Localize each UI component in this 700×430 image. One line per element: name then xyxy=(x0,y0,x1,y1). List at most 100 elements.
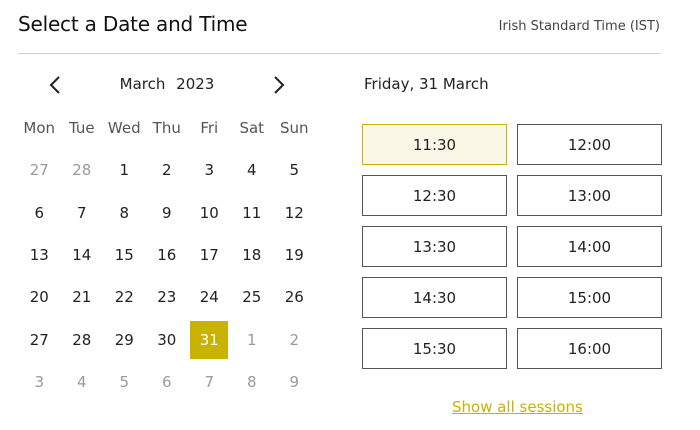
weekday-header: Thu xyxy=(152,119,181,138)
chevron-left-icon xyxy=(49,76,60,94)
calendar-day[interactable]: 2 xyxy=(146,149,189,191)
calendar-day-label: 6 xyxy=(161,372,172,391)
calendar-day[interactable]: 22 xyxy=(103,276,146,318)
calendar-day[interactable]: 26 xyxy=(273,276,316,318)
calendar-day-label: 8 xyxy=(246,372,257,391)
calendar-day[interactable]: 3 xyxy=(188,149,231,191)
prev-month-button[interactable] xyxy=(44,74,66,96)
weekday-header: Tue xyxy=(68,119,95,138)
calendar-day[interactable]: 2 xyxy=(273,318,316,360)
calendar-day-label: 5 xyxy=(119,372,130,391)
calendar-day[interactable]: 16 xyxy=(146,234,189,276)
calendar-day[interactable]: 6 xyxy=(18,192,61,234)
calendar-day[interactable]: 15 xyxy=(103,234,146,276)
calendar-day[interactable]: 9 xyxy=(146,192,189,234)
time-slot[interactable]: 12:00 xyxy=(517,124,662,165)
calendar-day[interactable]: 25 xyxy=(231,276,274,318)
calendar-day[interactable]: 27 xyxy=(18,318,61,360)
calendar-day[interactable]: 28 xyxy=(61,318,104,360)
calendar-day[interactable]: 5 xyxy=(273,149,316,191)
time-slot-selected[interactable]: 11:30 xyxy=(362,124,507,165)
time-slot[interactable]: 13:30 xyxy=(362,226,507,267)
calendar-day-label: 28 xyxy=(72,330,92,349)
calendar-day-label: 14 xyxy=(72,246,92,265)
calendar-day-selected[interactable]: 31 xyxy=(188,318,231,360)
next-month-button[interactable] xyxy=(268,74,290,96)
weekday-header: Mon xyxy=(23,119,56,138)
time-slot[interactable]: 14:30 xyxy=(362,277,507,318)
calendar-day-label: 28 xyxy=(72,161,92,180)
calendar-day-label: 27 xyxy=(29,330,49,349)
calendar-day-label: 11 xyxy=(242,203,262,222)
calendar-day[interactable]: 19 xyxy=(273,234,316,276)
calendar-day[interactable]: 27 xyxy=(18,149,61,191)
calendar-day[interactable]: 3 xyxy=(18,361,61,403)
calendar-day-label: 27 xyxy=(29,161,49,180)
calendar-day-label: 4 xyxy=(246,161,257,180)
calendar-day[interactable]: 14 xyxy=(61,234,104,276)
calendar-day[interactable]: 20 xyxy=(18,276,61,318)
time-slot[interactable]: 15:30 xyxy=(362,328,507,369)
calendar-day-label: 17 xyxy=(199,246,219,265)
calendar-day[interactable]: 12 xyxy=(273,192,316,234)
calendar-day[interactable]: 29 xyxy=(103,318,146,360)
calendar-day-label: 16 xyxy=(157,246,177,265)
time-slot-grid: 11:30 12:00 12:30 13:00 13:30 14:00 14:30 15:00… xyxy=(362,124,662,369)
weekday-header: Sun xyxy=(279,119,309,138)
calendar-day-label: 9 xyxy=(289,372,300,391)
calendar-day-label: 1 xyxy=(119,161,130,180)
time-slot[interactable]: 13:00 xyxy=(517,175,662,216)
calendar-day-label: 4 xyxy=(76,372,87,391)
calendar-day-label: 18 xyxy=(242,246,262,265)
calendar-day-label: 5 xyxy=(289,161,300,180)
calendar-day[interactable]: 11 xyxy=(231,192,274,234)
calendar-day-label: 3 xyxy=(34,372,45,391)
calendar-day-label: 12 xyxy=(284,203,304,222)
time-slot[interactable]: 14:00 xyxy=(517,226,662,267)
page-title: Select a Date and Time xyxy=(18,12,248,36)
show-all-sessions-link[interactable]: Show all sessions xyxy=(452,398,583,416)
calendar-day-label: 24 xyxy=(199,288,219,307)
calendar-day[interactable]: 28 xyxy=(61,149,104,191)
chevron-right-icon xyxy=(274,76,285,94)
calendar-day[interactable]: 21 xyxy=(61,276,104,318)
calendar-day[interactable]: 17 xyxy=(188,234,231,276)
calendar-day[interactable]: 23 xyxy=(146,276,189,318)
calendar-day-label: 9 xyxy=(161,203,172,222)
calendar-day[interactable]: 1 xyxy=(231,318,274,360)
calendar-day-label: 7 xyxy=(76,203,87,222)
calendar-day[interactable]: 9 xyxy=(273,361,316,403)
calendar-day[interactable]: 8 xyxy=(231,361,274,403)
calendar-day-label: 1 xyxy=(246,330,257,349)
time-slot[interactable]: 12:30 xyxy=(362,175,507,216)
calendar-day[interactable]: 13 xyxy=(18,234,61,276)
calendar-day[interactable]: 4 xyxy=(61,361,104,403)
calendar-day-label: 29 xyxy=(114,330,134,349)
calendar-day[interactable]: 10 xyxy=(188,192,231,234)
weekday-header: Wed xyxy=(107,119,141,138)
calendar-day-label: 31 xyxy=(190,320,229,359)
calendar-grid: Mon Tue Wed Thu Fri Sat Sun 27 28 1 2 3 4 5 6 7 8 9 10 11 12… xyxy=(18,107,316,403)
calendar-day[interactable]: 4 xyxy=(231,149,274,191)
time-slot[interactable]: 15:00 xyxy=(517,277,662,318)
calendar-day-label: 26 xyxy=(284,288,304,307)
calendar-day[interactable]: 6 xyxy=(146,361,189,403)
time-slot[interactable]: 16:00 xyxy=(517,328,662,369)
calendar-day[interactable]: 5 xyxy=(103,361,146,403)
calendar-day[interactable]: 7 xyxy=(61,192,104,234)
calendar-day[interactable]: 24 xyxy=(188,276,231,318)
calendar-day-label: 6 xyxy=(34,203,45,222)
calendar-day[interactable]: 8 xyxy=(103,192,146,234)
selected-date-heading: Friday, 31 March xyxy=(364,75,489,93)
calendar-day-label: 19 xyxy=(284,246,304,265)
calendar-day[interactable]: 7 xyxy=(188,361,231,403)
calendar-day[interactable]: 1 xyxy=(103,149,146,191)
calendar-day[interactable]: 30 xyxy=(146,318,189,360)
calendar-day-label: 13 xyxy=(29,246,49,265)
calendar-day[interactable]: 18 xyxy=(231,234,274,276)
header-divider xyxy=(18,53,661,54)
calendar-day-label: 20 xyxy=(29,288,49,307)
calendar-day-label: 2 xyxy=(161,161,172,180)
calendar-day-label: 3 xyxy=(204,161,215,180)
weekday-header: Fri xyxy=(200,119,219,138)
